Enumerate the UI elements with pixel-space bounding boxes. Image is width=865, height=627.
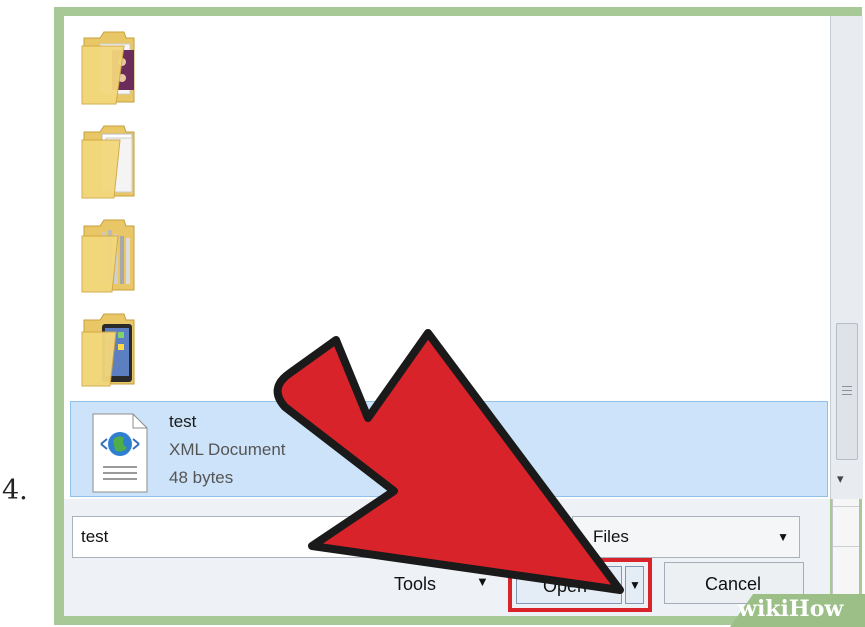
pointer-arrow (273, 329, 624, 594)
watermark-logo: wikiHow (738, 596, 844, 622)
